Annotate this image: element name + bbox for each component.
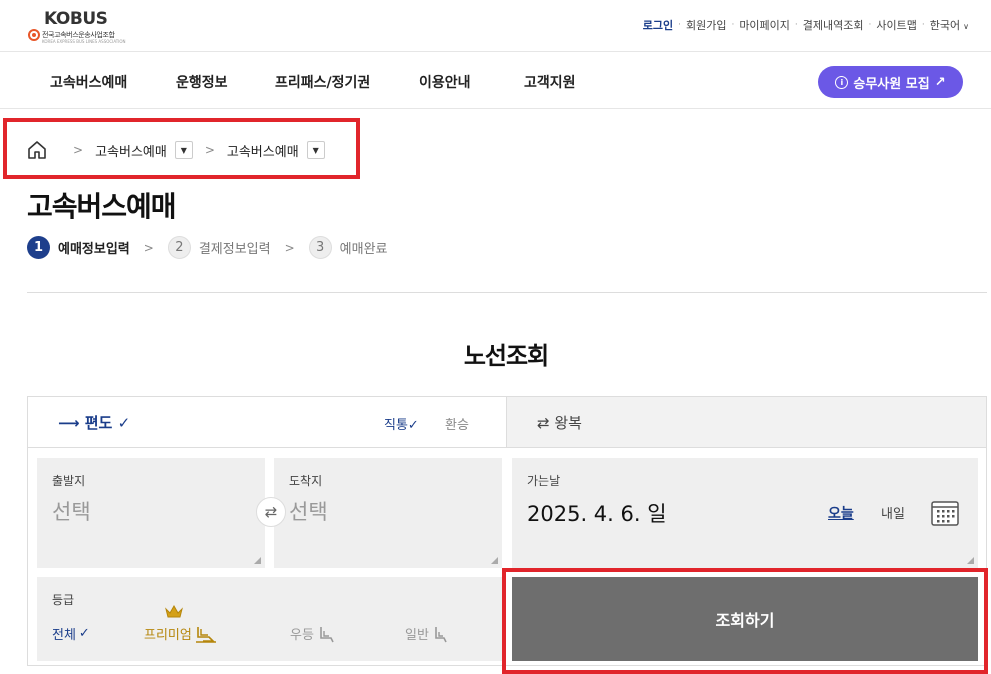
date-label: 가는날 <box>527 474 561 488</box>
transfer-option[interactable]: 환승 <box>445 414 469 433</box>
language-select[interactable]: 한국어 ∨ <box>928 17 971 33</box>
arrow-right-icon: ⟶ <box>58 414 85 432</box>
step-2-label: 결제정보입력 <box>198 242 271 257</box>
nav-item-reservation[interactable]: 고속버스예매 <box>50 72 127 92</box>
chevron-down-icon: ∨ <box>963 22 969 31</box>
resize-corner-icon <box>967 557 974 564</box>
payment-history-link[interactable]: 결제내역조회 <box>801 17 866 33</box>
divider <box>27 292 987 293</box>
grade-normal-label: 일반 <box>405 628 429 643</box>
step-1-number: 1 <box>27 236 50 259</box>
highlight-box-search-button <box>502 568 988 674</box>
step-1-label: 예매정보입력 <box>58 242 130 257</box>
separator: · <box>678 20 681 30</box>
section-title: 노선조회 <box>463 342 549 370</box>
step-3-number: 3 <box>308 236 332 259</box>
recruit-button[interactable]: i 승무사원 모집 ↗ <box>818 66 963 98</box>
excellent-seat-icon <box>320 626 334 642</box>
sitemap-link[interactable]: 사이트맵 <box>874 17 918 33</box>
nav-item-operation-info[interactable]: 운행정보 <box>176 72 228 92</box>
nav-item-freepass[interactable]: 프리패스/정기권 <box>275 72 370 92</box>
departure-value: 선택 <box>52 500 91 524</box>
oneway-text: 편도 <box>84 414 113 432</box>
today-button[interactable]: 오늘 <box>828 503 854 523</box>
arrival-field[interactable]: 도착지 선택 <box>274 458 502 568</box>
kobus-logo[interactable]: KOBUS 전국고속버스운송사업조합 KOREA EXPRESS BUS LIN… <box>28 9 126 44</box>
tomorrow-button[interactable]: 내일 <box>881 503 905 522</box>
logo-english: KOREA EXPRESS BUS LINES ASSOCIATION <box>42 39 126 44</box>
step-2-number: 2 <box>167 236 191 259</box>
main-nav: 고속버스예매 운행정보 프리패스/정기권 이용안내 고객지원 i 승무사원 모집… <box>0 53 991 109</box>
language-label: 한국어 <box>929 19 961 32</box>
chevron-right-icon: > <box>284 240 295 255</box>
tab-roundtrip[interactable]: ⇄ 왕복 <box>506 397 986 447</box>
separator: · <box>921 20 925 30</box>
trip-type-tabs: ⟶ 편도 ✓ 직통✓ 환승 ⇄ 왕복 <box>28 397 986 448</box>
logo-mark-icon <box>28 29 40 41</box>
grade-excellent-label: 우등 <box>290 628 314 643</box>
arrow-up-right-icon: ↗ <box>934 74 946 90</box>
progress-steps: 1 예매정보입력 > 2 결제정보입력 > 3 예매완료 <box>27 236 388 259</box>
swap-route-button[interactable]: ⇄ <box>256 497 286 527</box>
date-field[interactable]: 가는날 2025. 4. 6. 일 오늘 내일 <box>512 458 978 568</box>
date-value: 2025. 4. 6. 일 <box>527 502 667 526</box>
highlight-box-breadcrumb <box>3 118 360 179</box>
grade-premium-option[interactable]: 프리미엄 <box>144 624 217 643</box>
info-circle-icon: i <box>835 75 849 89</box>
round-text: 왕복 <box>554 414 582 432</box>
grade-normal-option[interactable]: 일반 <box>405 624 450 643</box>
arrival-label: 도착지 <box>289 474 323 488</box>
swap-arrows-icon: ⇄ <box>537 414 555 432</box>
step-3-label: 예매완료 <box>339 242 388 257</box>
departure-label: 출발지 <box>52 474 86 488</box>
grade-premium-label: 프리미엄 <box>144 628 192 643</box>
nav-item-support[interactable]: 고객지원 <box>524 72 576 92</box>
nav-item-guide[interactable]: 이용안내 <box>419 72 471 92</box>
departure-field[interactable]: 출발지 선택 <box>37 458 265 568</box>
chevron-right-icon: > <box>143 240 154 255</box>
tab-roundtrip-label: ⇄ 왕복 <box>537 412 582 433</box>
join-link[interactable]: 회원가입 <box>684 17 728 33</box>
page-title: 고속버스예매 <box>27 190 177 223</box>
recruit-label: 승무사원 모집 <box>853 76 930 92</box>
logo-brand: KOBUS <box>44 9 108 29</box>
check-icon: ✓ <box>78 626 90 641</box>
direct-text: 직통 <box>384 418 408 433</box>
grade-all-label: 전체 <box>52 628 76 643</box>
login-link[interactable]: 로그인 <box>641 17 675 33</box>
normal-seat-icon <box>435 626 447 642</box>
separator: · <box>794 20 798 30</box>
arrival-value: 선택 <box>289 500 328 524</box>
separator: · <box>868 20 872 30</box>
crown-icon <box>165 605 183 618</box>
grade-label: 등급 <box>52 593 75 607</box>
premium-seat-icon <box>195 626 216 643</box>
resize-corner-icon <box>491 557 498 564</box>
grade-selector: 등급 전체 ✓ 프리미엄 우등 일반 <box>37 577 502 661</box>
direct-option[interactable]: 직통✓ <box>384 414 419 433</box>
grade-all-option[interactable]: 전체 ✓ <box>52 624 90 643</box>
resize-corner-icon <box>254 557 261 564</box>
utility-menu: 로그인 · 회원가입 · 마이페이지 · 결제내역조회 · 사이트맵 · 한국어… <box>641 17 971 33</box>
grade-excellent-option[interactable]: 우등 <box>290 624 337 643</box>
separator: · <box>731 20 735 30</box>
tab-oneway[interactable]: ⟶ 편도 ✓ 직통✓ 환승 <box>28 397 506 447</box>
calendar-icon[interactable] <box>931 500 959 526</box>
top-header: KOBUS 전국고속버스운송사업조합 KOREA EXPRESS BUS LIN… <box>0 0 991 52</box>
tab-oneway-label: ⟶ 편도 ✓ <box>58 414 131 432</box>
mypage-link[interactable]: 마이페이지 <box>737 17 792 33</box>
